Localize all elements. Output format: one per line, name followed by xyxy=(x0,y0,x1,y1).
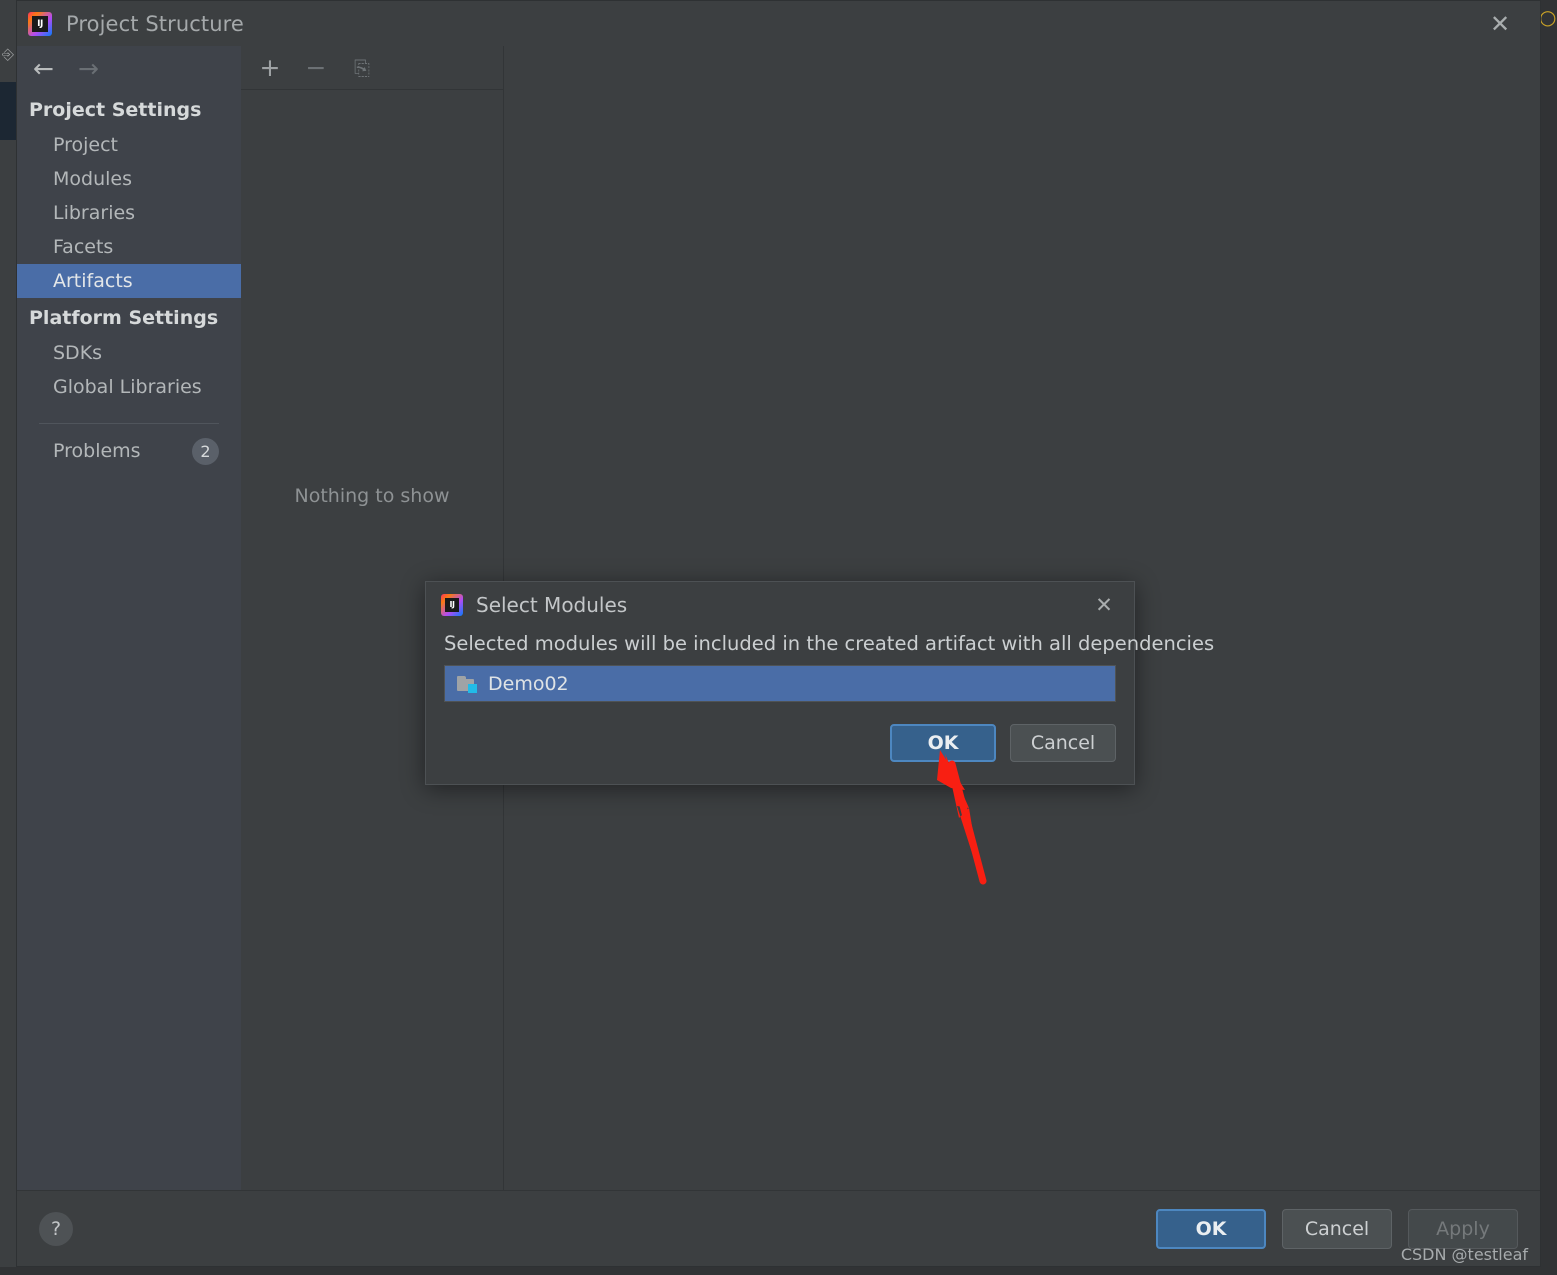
forward-arrow-icon[interactable]: → xyxy=(78,56,99,81)
sidebar-item-problems-label: Problems xyxy=(53,440,141,462)
modal-cancel-button[interactable]: Cancel xyxy=(1010,724,1116,762)
sidebar-item-modules[interactable]: Modules xyxy=(17,162,241,196)
structure-icon: ⎆ xyxy=(1,45,14,63)
select-modules-title: Select Modules xyxy=(476,593,628,617)
close-icon[interactable]: ✕ xyxy=(1092,593,1116,617)
add-icon[interactable]: + xyxy=(257,54,283,81)
remove-icon[interactable]: − xyxy=(303,54,329,81)
window-titlebar: Project Structure ✕ xyxy=(17,1,1540,46)
window-title: Project Structure xyxy=(66,11,244,36)
problems-count-badge: 2 xyxy=(192,437,219,465)
dialog-action-buttons: OK Cancel Apply xyxy=(1156,1208,1518,1249)
sidebar-heading-project-settings: Project Settings xyxy=(29,99,202,121)
module-folder-icon xyxy=(457,675,477,693)
select-modules-body: Selected modules will be included in the… xyxy=(426,628,1215,702)
copy-icon[interactable]: ⎘ xyxy=(349,55,375,81)
back-arrow-icon[interactable]: ← xyxy=(33,56,54,81)
watermark-text: CSDN @testleaf xyxy=(1400,1245,1528,1264)
sidebar-divider xyxy=(39,423,219,424)
sidebar-heading-platform-settings: Platform Settings xyxy=(29,307,219,329)
intellij-idea-logo-icon xyxy=(441,594,463,616)
artifacts-toolbar: + − ⎘ xyxy=(241,46,503,90)
module-name: Demo02 xyxy=(488,672,569,695)
background-bottom-strip xyxy=(0,1267,1557,1275)
sidebar-nav-row: ← → xyxy=(17,46,241,90)
sidebar-item-sdks[interactable]: SDKs xyxy=(17,336,241,370)
close-icon[interactable]: ✕ xyxy=(1487,11,1513,37)
select-modules-actions: OK Cancel xyxy=(426,702,1134,784)
settings-sidebar: ← → Project Settings Project Modules Lib… xyxy=(17,46,241,1190)
window-body: ← → Project Settings Project Modules Lib… xyxy=(17,46,1540,1190)
sidebar-item-artifacts[interactable]: Artifacts xyxy=(17,264,241,298)
background-left-gutter xyxy=(0,0,16,1275)
modal-ok-button[interactable]: OK xyxy=(890,724,996,762)
module-list[interactable]: Demo02 xyxy=(444,665,1116,702)
cancel-button[interactable]: Cancel xyxy=(1282,1208,1392,1249)
ok-button[interactable]: OK xyxy=(1156,1208,1266,1249)
select-modules-titlebar: Select Modules ✕ xyxy=(426,582,1134,628)
help-button[interactable]: ? xyxy=(39,1211,73,1246)
apply-button: Apply xyxy=(1408,1208,1518,1249)
list-item[interactable]: Demo02 xyxy=(445,666,1115,701)
intellij-idea-logo-icon xyxy=(28,11,52,36)
sidebar-item-facets[interactable]: Facets xyxy=(17,230,241,264)
sidebar-item-problems[interactable]: Problems 2 xyxy=(17,434,241,468)
sidebar-item-global-libraries[interactable]: Global Libraries xyxy=(17,370,241,404)
select-modules-description: Selected modules will be included in the… xyxy=(444,632,1215,655)
background-selection-marker xyxy=(0,82,16,140)
sidebar-item-libraries[interactable]: Libraries xyxy=(17,196,241,230)
dialog-bottom-bar: ? OK Cancel Apply CSDN @testleaf xyxy=(17,1190,1540,1266)
project-structure-window: Project Structure ✕ ← → Project Settings… xyxy=(16,0,1541,1267)
sidebar-item-project[interactable]: Project xyxy=(17,128,241,162)
background-partial-glyph: ○ xyxy=(1539,5,1557,29)
select-modules-dialog: Select Modules ✕ Selected modules will b… xyxy=(425,581,1215,785)
